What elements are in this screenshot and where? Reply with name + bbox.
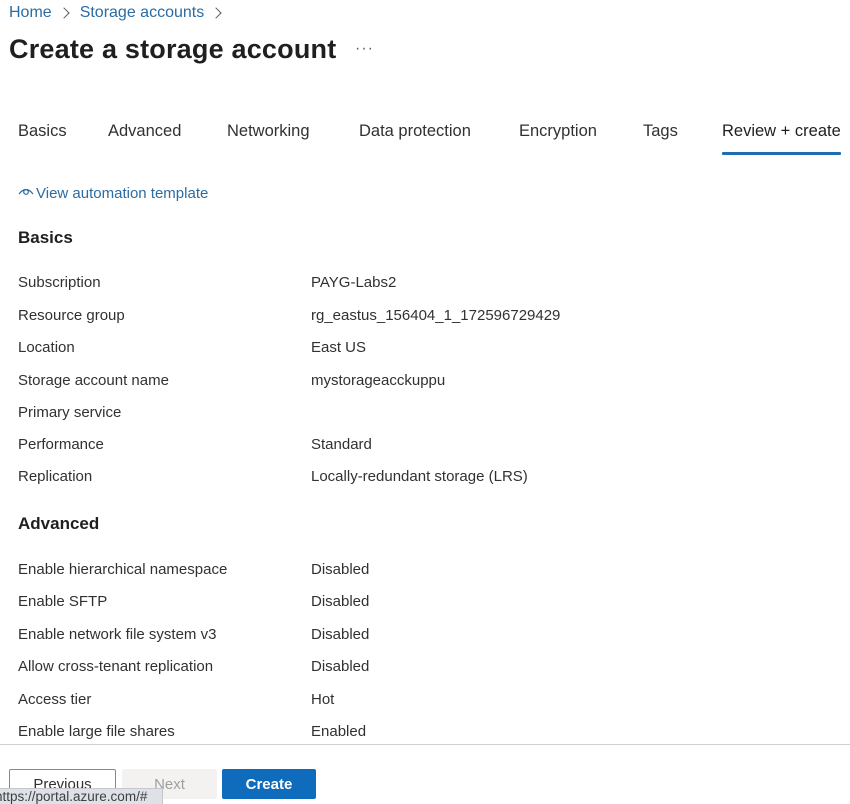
breadcrumb-storage-accounts-link[interactable]: Storage accounts [80,4,205,22]
row-value: mystorageacckuppu [311,372,446,389]
summary-row-access-tier: Access tier Hot [18,691,818,713]
view-automation-template-label: View automation template [36,185,209,202]
summary-row-performance: Performance Standard [18,436,818,458]
summary-row-subscription: Subscription PAYG-Labs2 [18,274,818,296]
row-value: Disabled [311,561,370,578]
more-options-button[interactable]: ··· [355,40,374,58]
row-label: Performance [18,436,104,453]
tab-networking[interactable]: Networking [227,122,310,141]
row-label: Enable large file shares [18,723,175,740]
summary-row-hierarchical-namespace: Enable hierarchical namespace Disabled [18,561,818,583]
row-label: Access tier [18,691,92,708]
section-title-advanced: Advanced [18,514,100,533]
status-bar-url: https://portal.azure.com/# [0,788,163,804]
summary-row-nfs-v3: Enable network file system v3 Disabled [18,626,818,648]
summary-row-storage-account-name: Storage account name mystorageacckuppu [18,372,818,394]
section-title-basics: Basics [18,228,73,247]
row-value: Disabled [311,658,370,675]
row-label: Storage account name [18,372,169,389]
breadcrumb-home-link[interactable]: Home [9,4,52,22]
summary-row-sftp: Enable SFTP Disabled [18,593,818,615]
row-label: Replication [18,468,93,485]
page-title: Create a storage account [9,34,337,64]
tab-advanced[interactable]: Advanced [108,122,181,141]
summary-row-cross-tenant-replication: Allow cross-tenant replication Disabled [18,658,818,680]
row-label: Primary service [18,404,122,421]
tab-data-protection[interactable]: Data protection [359,122,471,141]
row-value: Disabled [311,626,370,643]
chevron-right-icon [58,7,70,19]
row-label: Enable SFTP [18,593,108,610]
row-value: rg_eastus_156404_1_172596729429 [311,307,561,324]
tab-review-create[interactable]: Review + create [722,122,841,155]
summary-row-primary-service: Primary service [18,404,818,426]
breadcrumb: Home Storage accounts [9,4,232,22]
wizard-tabs: Basics Advanced Networking Data protecti… [0,122,850,158]
create-button[interactable]: Create [222,769,316,799]
tab-tags[interactable]: Tags [643,122,678,141]
row-value: Disabled [311,593,370,610]
summary-row-large-file-shares: Enable large file shares Enabled [18,723,818,745]
row-label: Subscription [18,274,101,291]
row-value: East US [311,339,367,356]
row-value: Standard [311,436,372,453]
tab-basics[interactable]: Basics [18,122,67,141]
row-value: Locally-redundant storage (LRS) [311,468,528,485]
row-label: Enable network file system v3 [18,626,217,643]
eye-icon [18,188,34,195]
summary-row-location: Location East US [18,339,818,361]
view-automation-template-link[interactable]: View automation template [18,185,208,202]
summary-row-replication: Replication Locally-redundant storage (L… [18,468,818,490]
tab-encryption[interactable]: Encryption [519,122,597,141]
row-label: Location [18,339,75,356]
row-label: Allow cross-tenant replication [18,658,214,675]
row-value: Hot [311,691,335,708]
row-value: PAYG-Labs2 [311,274,397,291]
row-label: Enable hierarchical namespace [18,561,228,578]
row-label: Resource group [18,307,125,324]
summary-row-resource-group: Resource group rg_eastus_156404_1_172596… [18,307,818,329]
row-value: Enabled [311,723,367,740]
chevron-right-icon [210,7,222,19]
